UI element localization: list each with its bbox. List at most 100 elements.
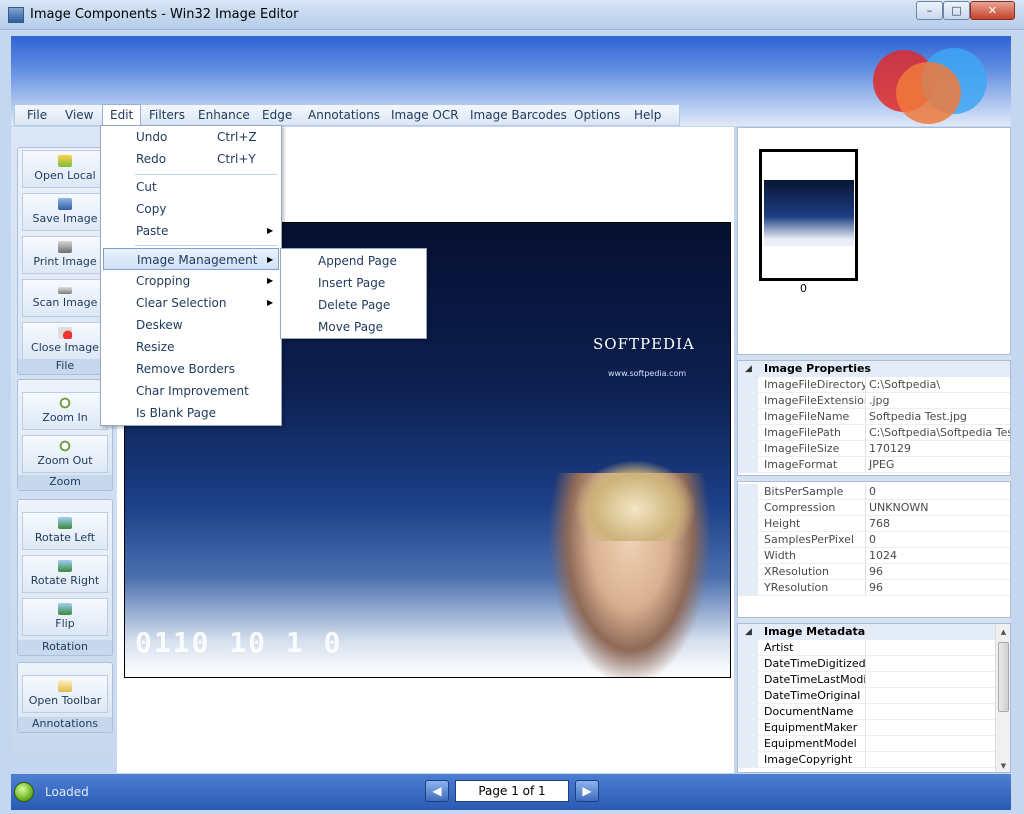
rotation-group-label: Rotation [18,640,112,655]
menu-file[interactable]: File [20,105,54,125]
image-properties-header[interactable]: ◢ Image Properties [738,361,1010,377]
menu-item-remove-borders[interactable]: Remove Borders [103,358,279,380]
menu-item-cut[interactable]: Cut [103,176,279,198]
printer-icon [58,241,72,253]
page-indicator[interactable]: Page 1 of 1 [455,780,569,802]
property-row[interactable]: Height 768 [738,516,1010,532]
zoom-group: Zoom In Zoom Out Zoom [17,379,113,491]
close-image-button[interactable]: Close Image [22,322,108,360]
image-brand-text: SOFTPEDIA [593,335,695,353]
scroll-thumb[interactable] [998,642,1009,712]
collapse-icon[interactable]: ◢ [745,624,752,640]
status-text: Loaded [45,785,89,799]
submenu-arrow-icon: ▶ [267,276,274,285]
menu-item-redo[interactable]: Redo Ctrl+Y [103,148,279,170]
menu-view[interactable]: View [58,105,100,125]
file-group-label: File [18,359,112,374]
thumbnail-image [764,180,854,246]
menu-annotations[interactable]: Annotations [301,105,387,125]
menu-item-copy[interactable]: Copy [103,198,279,220]
flip-button[interactable]: Flip [22,598,108,636]
annotations-group-label: Annotations [18,717,112,732]
metadata-row[interactable]: EquipmentMaker [738,720,1010,736]
zoom-in-button[interactable]: Zoom In [22,392,108,430]
zoom-out-button[interactable]: Zoom Out [22,435,108,473]
metadata-scrollbar[interactable]: ▲ ▼ [995,624,1010,772]
menu-edge[interactable]: Edge [255,105,299,125]
save-image-button[interactable]: Save Image [22,193,108,231]
property-row[interactable]: XResolution 96 [738,564,1010,580]
property-row[interactable]: YResolution 96 [738,580,1010,596]
property-row[interactable]: ImageFileName Softpedia Test.jpg [738,409,1010,425]
menu-item-delete-page[interactable]: Delete Page [283,294,424,316]
property-row[interactable]: BitsPerSample 0 [738,484,1010,500]
collapse-icon[interactable]: ◢ [745,361,752,377]
scan-image-button[interactable]: Scan Image [22,279,108,317]
image-metadata-panel: ◢ Image Metadata Artist DateTimeDigitize… [737,623,1011,773]
menu-options[interactable]: Options [567,105,627,125]
close-button[interactable]: ✕ [970,1,1015,20]
rotate-right-button[interactable]: Rotate Right [22,555,108,593]
minimize-button[interactable]: – [916,1,943,20]
property-row[interactable]: ImageFormat JPEG [738,457,1010,473]
menu-item-insert-page[interactable]: Insert Page [283,272,424,294]
scroll-up-icon[interactable]: ▲ [998,626,1009,638]
app-icon [8,7,24,23]
maximize-button[interactable]: □ [943,1,970,20]
menu-item-paste[interactable]: Paste ▶ [103,220,279,242]
menu-filters[interactable]: Filters [142,105,192,125]
scroll-down-icon[interactable]: ▼ [998,760,1009,772]
property-row[interactable]: SamplesPerPixel 0 [738,532,1010,548]
menu-separator [135,174,277,175]
close-image-icon [58,327,72,339]
image-url-text: www.softpedia.com [608,369,687,378]
menu-edit[interactable]: Edit [102,104,142,126]
scanner-icon [58,287,72,294]
status-indicator-icon [14,782,34,802]
submenu-arrow-icon: ▶ [267,226,274,235]
property-row[interactable]: ImageFilePathC:\Softpedia\Softpedia Test… [738,425,1010,441]
previous-page-button[interactable]: ◀ [425,780,449,802]
thumbnail-caption: 0 [800,282,807,295]
zoom-in-icon [58,397,72,409]
next-page-button[interactable]: ▶ [575,780,599,802]
menu-item-cropping[interactable]: Cropping ▶ [103,270,279,292]
menu-image-ocr[interactable]: Image OCR [384,105,466,125]
property-row[interactable]: ImageFileSize 170129 [738,441,1010,457]
menu-item-resize[interactable]: Resize [103,336,279,358]
metadata-row[interactable]: DocumentName [738,704,1010,720]
menu-enhance[interactable]: Enhance [191,105,257,125]
metadata-row[interactable]: Artist [738,640,1010,656]
menu-help[interactable]: Help [627,105,668,125]
submenu-arrow-icon: ▶ [267,255,274,264]
menu-image-barcodes[interactable]: Image Barcodes [463,105,574,125]
metadata-row[interactable]: DateTimeLastModified [738,672,1010,688]
property-row[interactable]: Compression UNKNOWN [738,500,1010,516]
menu-item-append-page[interactable]: Append Page [283,250,424,272]
open-local-button[interactable]: Open Local [22,150,108,188]
open-toolbar-button[interactable]: Open Toolbar [22,675,108,713]
metadata-row[interactable]: DateTimeOriginal [738,688,1010,704]
menu-item-undo[interactable]: Undo Ctrl+Z [103,126,279,148]
property-row[interactable]: ImageFileDirectory C:\Softpedia\ [738,377,1010,393]
print-image-button[interactable]: Print Image [22,236,108,274]
menu-item-deskew[interactable]: Deskew [103,314,279,336]
image-hair [575,461,695,541]
metadata-row[interactable]: EquipmentModel [738,736,1010,752]
metadata-row[interactable]: DateTimeDigitized [738,656,1010,672]
window-title: Image Components - Win32 Image Editor [30,7,299,22]
zoom-out-icon [58,440,72,452]
property-row[interactable]: ImageFileExtension .jpg [738,393,1010,409]
menu-item-move-page[interactable]: Move Page [283,316,424,338]
menu-item-image-management[interactable]: Image Management ▶ [103,248,279,270]
menu-item-char-improvement[interactable]: Char Improvement [103,380,279,402]
image-metadata-header[interactable]: ◢ Image Metadata [738,624,1010,640]
metadata-row[interactable]: ImageCopyright [738,752,1010,768]
menu-item-clear-selection[interactable]: Clear Selection ▶ [103,292,279,314]
menu-item-is-blank-page[interactable]: Is Blank Page [103,402,279,424]
annotations-group: Open Toolbar Annotations [17,662,113,733]
property-row[interactable]: Width 1024 [738,548,1010,564]
note-icon [58,680,72,692]
open-folder-icon [58,155,72,167]
rotate-left-button[interactable]: Rotate Left [22,512,108,550]
